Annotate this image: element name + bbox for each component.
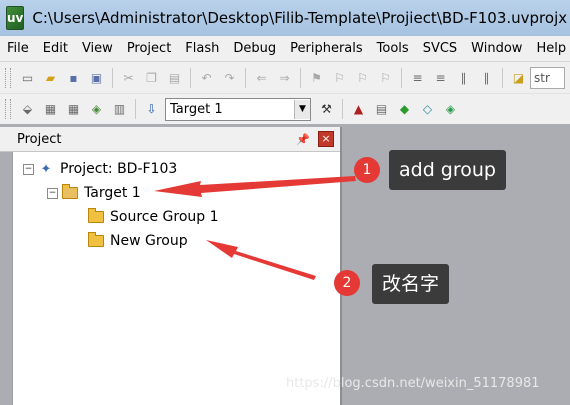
step-2-badge: 2 [334,270,360,296]
annotation-arrows [154,176,356,280]
add-group-callout: add group [389,150,506,190]
step-1-badge: 1 [354,157,380,183]
annotation-arrow-2 [206,240,316,280]
rename-callout: 改名字 [372,264,450,304]
annotation-arrow-1 [154,176,356,197]
watermark-text: https://blog.csdn.net/weixin_51178981 [286,376,540,391]
